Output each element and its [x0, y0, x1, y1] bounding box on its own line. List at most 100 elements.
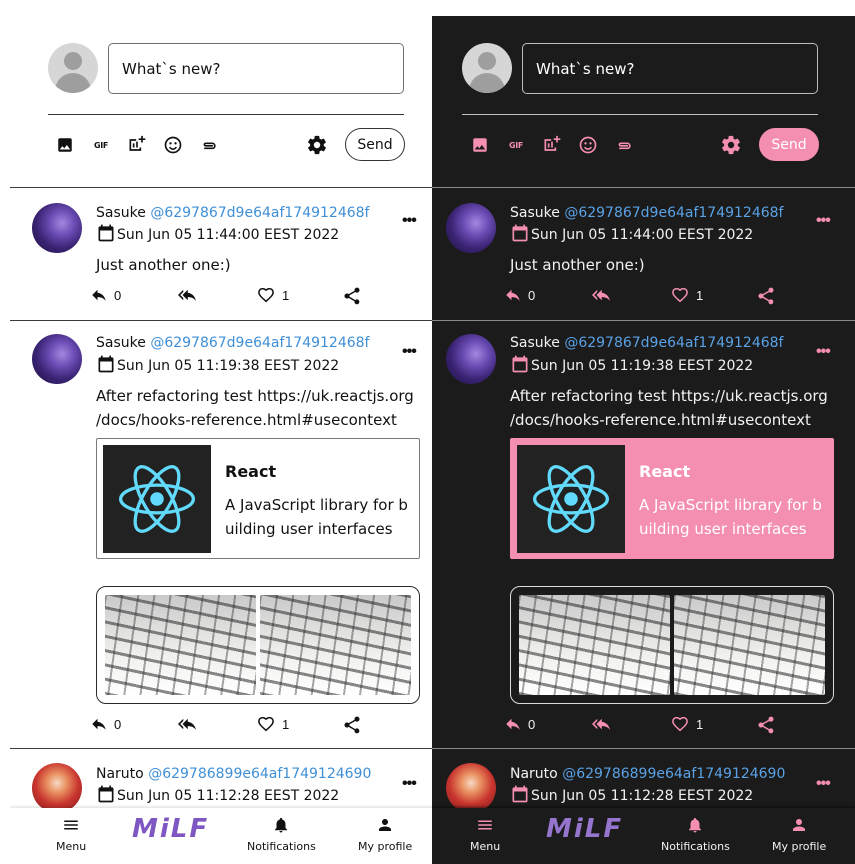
separator [10, 187, 433, 188]
like-button[interactable]: 1 [256, 715, 289, 733]
nav-my-profile[interactable]: My profile [358, 816, 412, 853]
post-image[interactable] [105, 595, 256, 695]
compose-input[interactable]: What`s new? [108, 43, 404, 94]
post-handle[interactable]: @6297867d9e64af174912468f [150, 335, 369, 351]
share-icon[interactable] [342, 286, 362, 306]
user-avatar-placeholder[interactable] [462, 43, 512, 93]
post-actions: 0 1 [504, 286, 804, 306]
bell-icon [686, 816, 704, 837]
image-icon[interactable] [54, 134, 76, 156]
nav-menu[interactable]: Menu [470, 816, 500, 853]
gear-icon[interactable] [720, 134, 742, 156]
post-author: Naruto @629786899e64af1749124690 [510, 766, 786, 782]
more-options-icon[interactable]: ••• [816, 775, 831, 793]
emoji-icon[interactable] [162, 134, 184, 156]
post-image[interactable] [519, 595, 670, 695]
post-author: Sasuke @6297867d9e64af174912468f [96, 205, 370, 221]
post-text: After refactoring test https://uk.reactj… [96, 387, 414, 429]
like-button[interactable]: 1 [670, 715, 703, 733]
more-options-icon[interactable]: ••• [816, 212, 831, 230]
post-handle[interactable]: @629786899e64af1749124690 [562, 766, 785, 782]
calendar-icon [96, 354, 116, 378]
gear-icon[interactable] [306, 134, 328, 156]
person-icon [790, 816, 808, 837]
post-handle[interactable]: @6297867d9e64af174912468f [564, 205, 783, 221]
post-text: After refactoring test https://uk.reactj… [510, 387, 828, 429]
post-handle[interactable]: @629786899e64af1749124690 [148, 766, 371, 782]
calendar-icon [510, 223, 530, 247]
image-icon[interactable] [469, 134, 491, 156]
user-avatar-placeholder[interactable] [48, 43, 98, 93]
more-options-icon[interactable]: ••• [402, 343, 417, 361]
send-button[interactable]: Send [759, 128, 819, 161]
like-button[interactable]: 1 [256, 286, 289, 304]
share-icon[interactable] [756, 286, 776, 306]
link-preview-title: React [225, 462, 277, 481]
reply-all-icon[interactable] [590, 286, 612, 304]
link-preview-card[interactable]: React A JavaScript library for building … [96, 438, 420, 559]
light-theme-panel: What`s new? GIF Send Sasuke @6297867d9e6… [10, 0, 433, 864]
post-handle[interactable]: @6297867d9e64af174912468f [564, 335, 783, 351]
separator [432, 187, 855, 188]
reply-button[interactable]: 0 [504, 286, 535, 304]
reply-button[interactable]: 0 [90, 286, 121, 304]
avatar[interactable] [446, 763, 496, 813]
post-author: Sasuke @6297867d9e64af174912468f [510, 205, 784, 221]
nav-notifications[interactable]: Notifications [247, 816, 316, 853]
more-options-icon[interactable]: ••• [816, 343, 831, 361]
gif-icon[interactable]: GIF [90, 134, 112, 156]
link-preview-description: A JavaScript library for building user i… [639, 496, 822, 538]
more-options-icon[interactable]: ••• [402, 212, 417, 230]
link-preview-description: A JavaScript library for building user i… [225, 496, 408, 538]
avatar[interactable] [32, 203, 82, 253]
app-logo[interactable]: MiLF [132, 814, 209, 844]
reply-all-icon[interactable] [176, 715, 198, 733]
post-handle[interactable]: @6297867d9e64af174912468f [150, 205, 369, 221]
share-icon[interactable] [756, 715, 776, 735]
nav-menu[interactable]: Menu [56, 816, 86, 853]
bottom-navigation: Menu MiLF Notifications My profile [432, 808, 855, 864]
like-button[interactable]: 1 [670, 286, 703, 304]
bell-icon [272, 816, 290, 837]
attach-icon[interactable] [198, 134, 220, 156]
more-options-icon[interactable]: ••• [402, 775, 417, 793]
post-author: Naruto @629786899e64af1749124690 [96, 766, 372, 782]
post-author: Sasuke @6297867d9e64af174912468f [96, 335, 370, 351]
emoji-icon[interactable] [577, 134, 599, 156]
avatar[interactable] [32, 334, 82, 384]
app-logo[interactable]: MiLF [546, 814, 623, 844]
avatar[interactable] [446, 203, 496, 253]
dark-theme-panel: What`s new? GIF Send Sasuke @6297867d9e6… [432, 16, 855, 864]
send-button[interactable]: Send [345, 128, 405, 161]
share-icon[interactable] [342, 715, 362, 735]
calendar-icon [510, 354, 530, 378]
nav-my-profile[interactable]: My profile [772, 816, 826, 853]
nav-notifications[interactable]: Notifications [661, 816, 730, 853]
post-date: Sun Jun 05 11:12:28 EEST 2022 [510, 784, 753, 808]
gif-icon[interactable]: GIF [505, 134, 527, 156]
separator [432, 320, 855, 321]
bottom-navigation: Menu MiLF Notifications My profile [10, 808, 433, 864]
avatar[interactable] [32, 763, 82, 813]
separator [10, 748, 433, 749]
reply-button[interactable]: 0 [504, 715, 535, 733]
calendar-icon [510, 784, 530, 808]
post-text: Just another one:) [510, 256, 645, 274]
post-text: Just another one:) [96, 256, 231, 274]
separator [432, 748, 855, 749]
attach-icon[interactable] [613, 134, 635, 156]
calendar-icon [96, 784, 116, 808]
compose-input[interactable]: What`s new? [522, 43, 818, 94]
reply-button[interactable]: 0 [90, 715, 121, 733]
reply-all-icon[interactable] [176, 286, 198, 304]
reply-all-icon[interactable] [590, 715, 612, 733]
link-preview-card[interactable]: React A JavaScript library for building … [510, 438, 834, 559]
post-image[interactable] [260, 595, 411, 695]
react-logo-icon [517, 445, 625, 553]
poll-icon[interactable] [541, 134, 563, 156]
post-author: Sasuke @6297867d9e64af174912468f [510, 335, 784, 351]
poll-icon[interactable] [126, 134, 148, 156]
post-date: Sun Jun 05 11:19:38 EEST 2022 [510, 354, 753, 378]
post-image[interactable] [674, 595, 825, 695]
avatar[interactable] [446, 334, 496, 384]
